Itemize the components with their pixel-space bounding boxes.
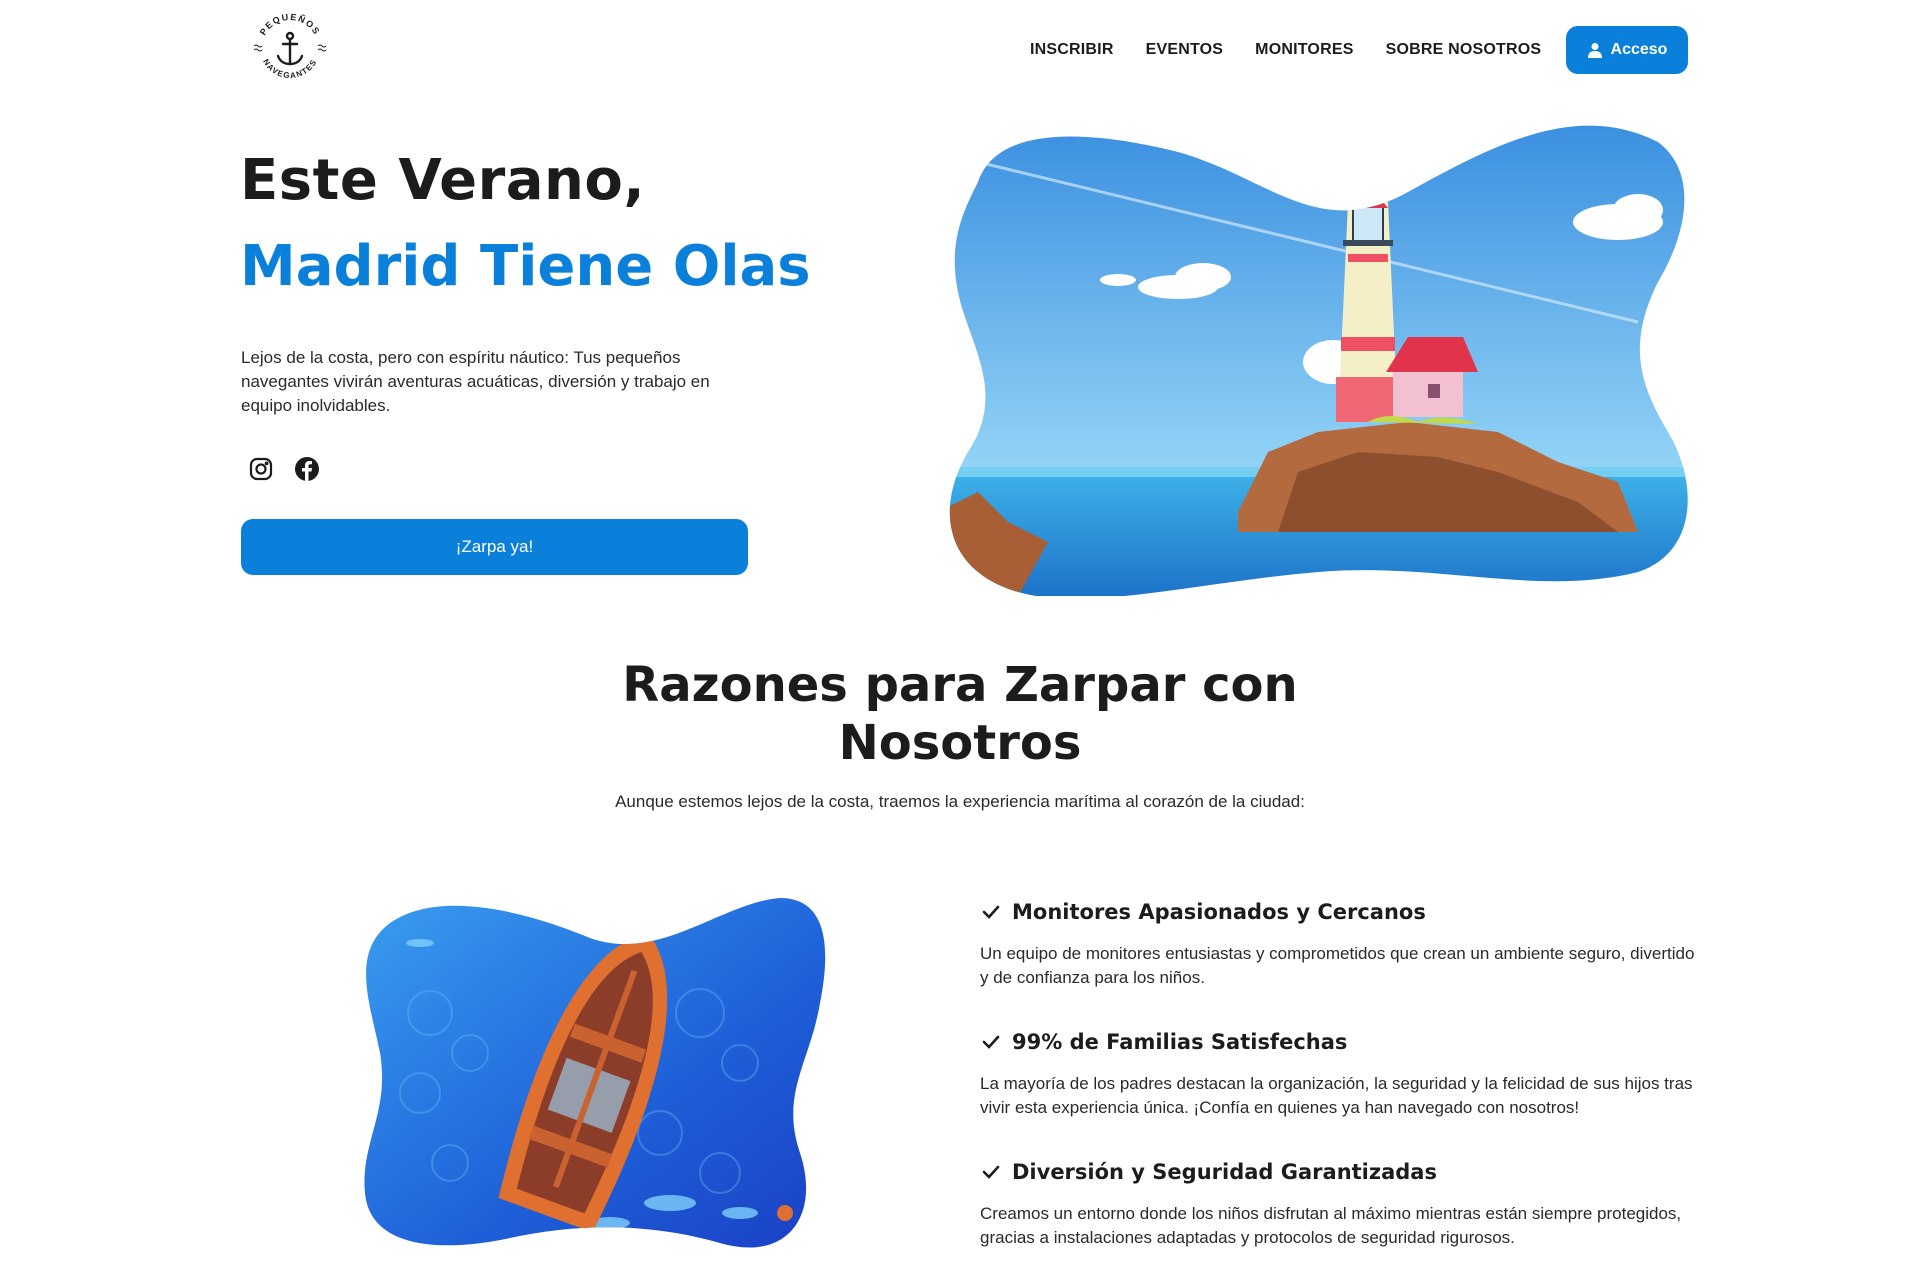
site-logo[interactable]: PEQUEÑOS NAVEGANTES	[248, 6, 332, 90]
reason-title: 99% de Familias Satisfechas	[1012, 1030, 1348, 1054]
reasons-title: Razones para Zarpar con Nosotros	[622, 657, 1298, 771]
hero-description: Lejos de la costa, pero con espíritu náu…	[241, 348, 710, 415]
check-icon	[982, 1165, 1000, 1179]
nav-monitores[interactable]: MONITORES	[1255, 38, 1353, 62]
boat-illustration	[360, 893, 830, 1253]
nav-inscribir[interactable]: INSCRIBIR	[1030, 38, 1114, 62]
nav-sobre-nosotros[interactable]: SOBRE NOSOTROS	[1386, 38, 1542, 62]
reason-text: Creamos un entorno donde los niños disfr…	[980, 1204, 1682, 1247]
hero-title-line1: Este Verano,	[240, 148, 646, 213]
login-button[interactable]: Acceso	[1566, 26, 1688, 74]
reason-text: La mayoría de los padres destacan la org…	[980, 1074, 1693, 1117]
reason-item: Monitores Apasionados y Cercanos Un equi…	[980, 900, 1700, 990]
social-links	[248, 456, 320, 482]
reasons-subtitle: Aunque estemos lejos de la costa, traemo…	[615, 792, 1305, 811]
login-label: Acceso	[1610, 41, 1668, 58]
nav-eventos[interactable]: EVENTOS	[1146, 38, 1224, 62]
zarpa-ya-button[interactable]: ¡Zarpa ya!	[241, 519, 748, 575]
user-icon	[1587, 43, 1602, 58]
check-icon	[982, 905, 1000, 919]
reason-text: Un equipo de monitores entusiastas y com…	[980, 944, 1695, 987]
hero-title-line2: Madrid Tiene Olas	[240, 234, 811, 299]
main-nav: INSCRIBIR EVENTOS MONITORES SOBRE NOSOTR…	[1030, 38, 1573, 62]
anchor-icon	[276, 31, 304, 66]
lighthouse-illustration	[938, 122, 1692, 597]
instagram-icon[interactable]	[248, 456, 274, 482]
facebook-icon[interactable]	[294, 456, 320, 482]
reason-item: Diversión y Seguridad Garantizadas Cream…	[980, 1160, 1700, 1250]
reason-title: Monitores Apasionados y Cercanos	[1012, 900, 1426, 924]
reason-title: Diversión y Seguridad Garantizadas	[1012, 1160, 1437, 1184]
reason-item: 99% de Familias Satisfechas La mayoría d…	[980, 1030, 1700, 1120]
check-icon	[982, 1035, 1000, 1049]
